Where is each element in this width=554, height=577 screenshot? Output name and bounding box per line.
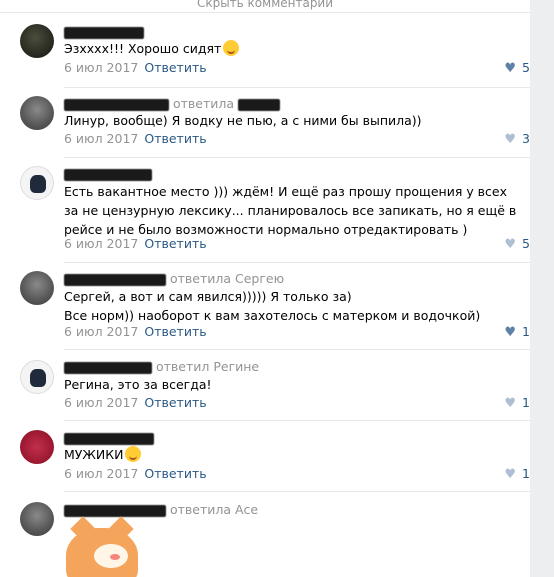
avatar[interactable]: [20, 24, 54, 58]
comment-author[interactable]: ответила Асе: [64, 502, 258, 517]
comment-author[interactable]: [64, 166, 152, 181]
smile-emoji-icon: [223, 40, 240, 56]
smile-emoji-icon: [125, 446, 142, 462]
divider: [64, 262, 530, 263]
comment-date[interactable]: 6 июл 2017: [64, 324, 138, 339]
divider: [64, 87, 530, 88]
redacted-name: [64, 26, 144, 39]
divider: [64, 491, 530, 492]
comment-author[interactable]: ответила: [64, 96, 281, 111]
comment-text: Линур, вообще) Я водку не пью, а с ними …: [64, 113, 422, 128]
heart-icon: ♥: [504, 237, 517, 252]
like-button[interactable]: ♥ 5: [504, 236, 530, 252]
reply-button[interactable]: Ответить: [144, 324, 206, 339]
redacted-name: [64, 361, 152, 374]
divider: [64, 349, 530, 350]
comment-date[interactable]: 6 июл 2017: [64, 395, 138, 410]
redacted-name: [64, 168, 152, 181]
like-count: 3: [522, 131, 530, 146]
avatar[interactable]: [20, 96, 54, 130]
redacted-name: [64, 504, 166, 517]
heart-icon: ♥: [504, 325, 517, 340]
like-button[interactable]: ♥ 5: [504, 60, 530, 76]
like-button[interactable]: ♥ 1: [504, 395, 530, 411]
reply-button[interactable]: Ответить: [144, 131, 206, 146]
comment-text: Эзхххх!!! Хорошо сидят: [64, 39, 519, 58]
reply-button[interactable]: Ответить: [144, 466, 206, 481]
reply-button[interactable]: Ответить: [144, 236, 206, 251]
hide-comments-link[interactable]: Скрыть комментарии: [0, 0, 530, 13]
redacted-name: [64, 98, 169, 111]
like-count: 5: [522, 236, 530, 251]
like-button[interactable]: ♥ 3: [504, 131, 530, 147]
avatar[interactable]: [20, 271, 54, 305]
avatar[interactable]: [20, 166, 54, 200]
comments-panel: Скрыть комментарии Эзхххх!!! Хорошо сидя…: [0, 0, 530, 577]
comment-meta: 6 июл 2017 Ответить: [64, 395, 207, 410]
comment-date[interactable]: 6 июл 2017: [64, 60, 138, 75]
like-count: 1: [522, 324, 530, 339]
comment-meta: 6 июл 2017 Ответить: [64, 236, 207, 251]
divider: [64, 157, 530, 158]
comment-meta: 6 июл 2017 Ответить: [64, 131, 207, 146]
comment-text: Есть вакантное место ))) ждём! И ещё раз…: [64, 184, 517, 237]
avatar[interactable]: [20, 360, 54, 394]
comment-text: Регина, это за всегда!: [64, 377, 212, 392]
like-button[interactable]: ♥ 1: [504, 466, 530, 482]
cat-sticker[interactable]: [66, 516, 138, 577]
redacted-name: [64, 273, 166, 286]
comment-author[interactable]: [64, 430, 154, 445]
avatar[interactable]: [20, 430, 54, 464]
reply-button[interactable]: Ответить: [144, 395, 206, 410]
comment-author[interactable]: ответил Регине: [64, 359, 259, 374]
heart-icon: ♥: [504, 61, 517, 76]
divider: [64, 420, 530, 421]
sticker-cheek: [110, 554, 120, 560]
sticker-ear: [70, 516, 96, 542]
comment-text: Сергей, а вот и сам явился))))) Я только…: [64, 289, 481, 323]
redacted-name: [238, 98, 281, 111]
comment-author[interactable]: ответила Сергею: [64, 271, 284, 286]
comment-text: МУЖИКИ: [64, 445, 519, 464]
reply-button[interactable]: Ответить: [144, 60, 206, 75]
comment-date[interactable]: 6 июл 2017: [64, 131, 138, 146]
heart-icon: ♥: [504, 396, 517, 411]
comment-meta: 6 июл 2017 Ответить: [64, 324, 207, 339]
heart-icon: ♥: [504, 467, 517, 482]
like-count: 1: [522, 466, 530, 481]
comment-author[interactable]: [64, 24, 144, 39]
avatar[interactable]: [20, 502, 54, 536]
comment-date[interactable]: 6 июл 2017: [64, 466, 138, 481]
like-count: 1: [522, 395, 530, 410]
comment-date[interactable]: 6 июл 2017: [64, 236, 138, 251]
page-scrollbar[interactable]: [540, 0, 554, 577]
redacted-name: [64, 432, 154, 445]
heart-icon: ♥: [504, 132, 517, 147]
like-button[interactable]: ♥ 1: [504, 324, 530, 340]
like-count: 5: [522, 60, 530, 75]
comment-meta: 6 июл 2017 Ответить: [64, 60, 207, 75]
comment-meta: 6 июл 2017 Ответить: [64, 466, 207, 481]
sticker-ear: [108, 516, 134, 542]
